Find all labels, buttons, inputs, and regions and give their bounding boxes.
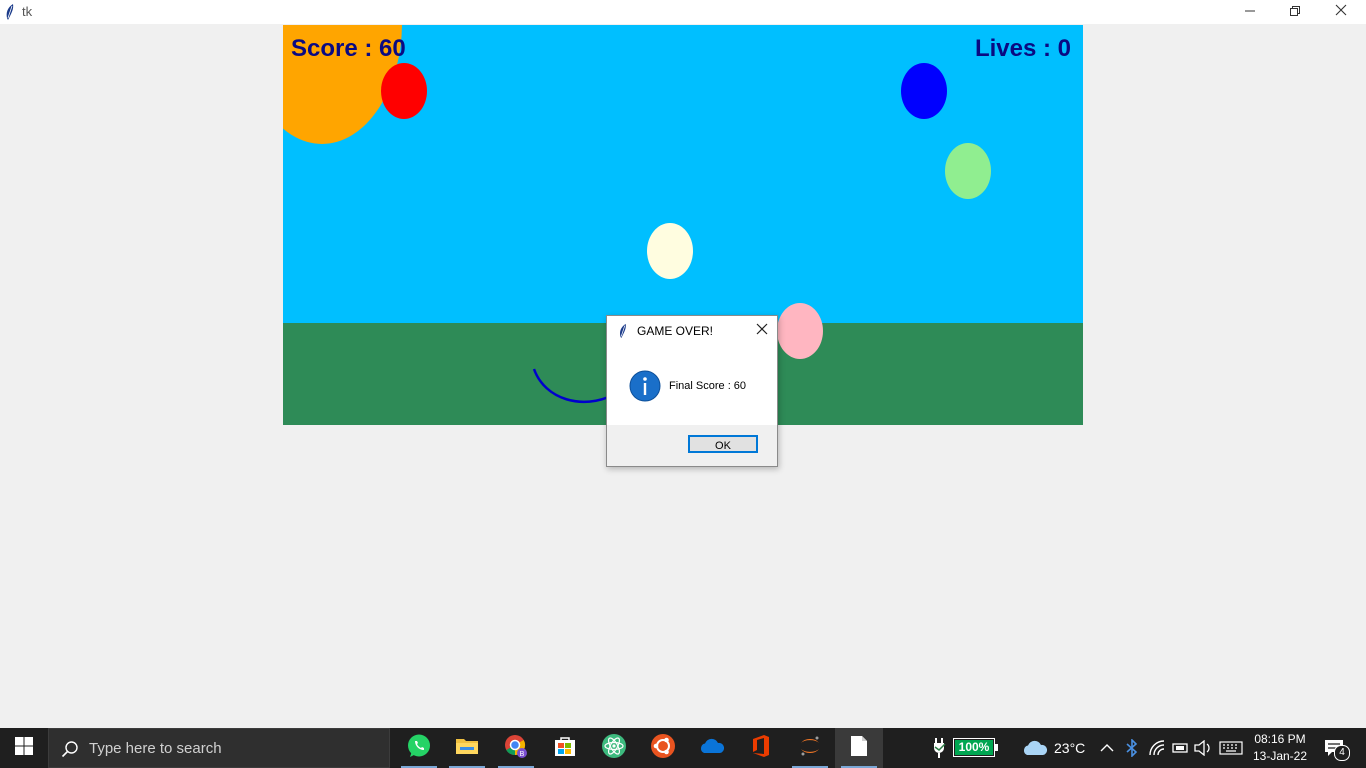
notification-count: 4 <box>1334 745 1350 761</box>
window-title: tk <box>22 4 33 19</box>
taskbar-app-file-explorer[interactable] <box>443 728 491 768</box>
whatsapp-icon <box>406 733 432 764</box>
volume-icon[interactable] <box>1194 739 1212 761</box>
dialog-close-button[interactable] <box>751 320 773 342</box>
feather-icon <box>4 3 16 21</box>
bluetooth-icon[interactable] <box>1126 738 1138 762</box>
taskbar-app-atom[interactable] <box>590 728 638 768</box>
clock-time: 08:16 PM <box>1254 732 1306 746</box>
dialog-title: GAME OVER! <box>637 324 714 338</box>
taskbar: Type here to search B 100% 23°C 08:16 PM… <box>0 728 1366 768</box>
balloon-light-green <box>945 143 991 199</box>
start-button[interactable] <box>0 728 48 768</box>
search-placeholder: Type here to search <box>89 740 222 757</box>
restore-icon <box>1290 3 1300 21</box>
score-label: Score : 60 <box>291 35 406 62</box>
balloon-light-yellow <box>647 223 693 279</box>
power-plug-icon[interactable] <box>932 736 952 765</box>
dialog-message: Final Score : 60 <box>669 380 747 392</box>
battery-indicator[interactable]: 100% <box>953 738 995 757</box>
onedrive-icon <box>699 737 725 760</box>
restore-button[interactable] <box>1272 0 1318 24</box>
close-icon <box>1335 3 1347 21</box>
window-titlebar: tk <box>0 0 1366 24</box>
ok-button[interactable]: OK <box>688 435 758 453</box>
lives-label: Lives : 0 <box>974 35 1071 62</box>
game-over-dialog: GAME OVER! Final Score : 60 OK <box>606 315 778 467</box>
battery-percent: 100% <box>958 740 990 754</box>
balloon-pink <box>777 303 823 359</box>
chrome-icon: B <box>503 733 529 764</box>
keyboard-icon[interactable] <box>1219 740 1243 761</box>
action-center-button[interactable]: 4 <box>1322 736 1352 762</box>
chevron-up-icon[interactable] <box>1100 741 1114 759</box>
taskbar-app-notepad[interactable] <box>835 728 883 768</box>
windows-logo-icon <box>15 736 33 760</box>
taskbar-app-jupyter[interactable] <box>786 728 834 768</box>
dialog-footer: OK <box>607 425 777 466</box>
balloon-red <box>381 63 427 119</box>
office-icon <box>750 734 772 763</box>
cloud-icon[interactable] <box>1022 739 1048 762</box>
atom-icon <box>601 733 627 764</box>
close-button[interactable] <box>1318 0 1364 24</box>
taskbar-search-box[interactable]: Type here to search <box>48 728 390 768</box>
ubuntu-icon <box>650 733 676 764</box>
search-icon <box>61 740 79 763</box>
close-icon <box>756 322 768 340</box>
taskbar-app-ubuntu[interactable] <box>639 728 687 768</box>
clock-date: 13-Jan-22 <box>1252 749 1308 763</box>
taskbar-app-office[interactable] <box>737 728 785 768</box>
wifi-icon[interactable] <box>1148 739 1166 762</box>
info-icon <box>629 370 661 407</box>
network-adapter-icon[interactable] <box>1171 740 1189 761</box>
file-explorer-icon <box>455 736 479 761</box>
svg-text:B: B <box>520 751 525 758</box>
battery-tip <box>995 744 998 751</box>
minimize-icon <box>1245 3 1255 21</box>
weather-temperature[interactable]: 23°C <box>1054 740 1085 756</box>
jupyter-icon <box>798 734 822 763</box>
microsoft-store-icon <box>554 735 576 762</box>
taskbar-app-microsoft-store[interactable] <box>541 728 589 768</box>
taskbar-clock[interactable]: 08:16 PM 13-Jan-22 <box>1248 731 1312 765</box>
balloon-blue <box>901 63 947 119</box>
notepad-icon <box>850 735 868 762</box>
taskbar-app-whatsapp[interactable] <box>395 728 443 768</box>
taskbar-app-chrome[interactable]: B <box>492 728 540 768</box>
feather-icon <box>617 323 629 344</box>
taskbar-app-onedrive[interactable] <box>688 728 736 768</box>
minimize-button[interactable] <box>1227 0 1273 24</box>
